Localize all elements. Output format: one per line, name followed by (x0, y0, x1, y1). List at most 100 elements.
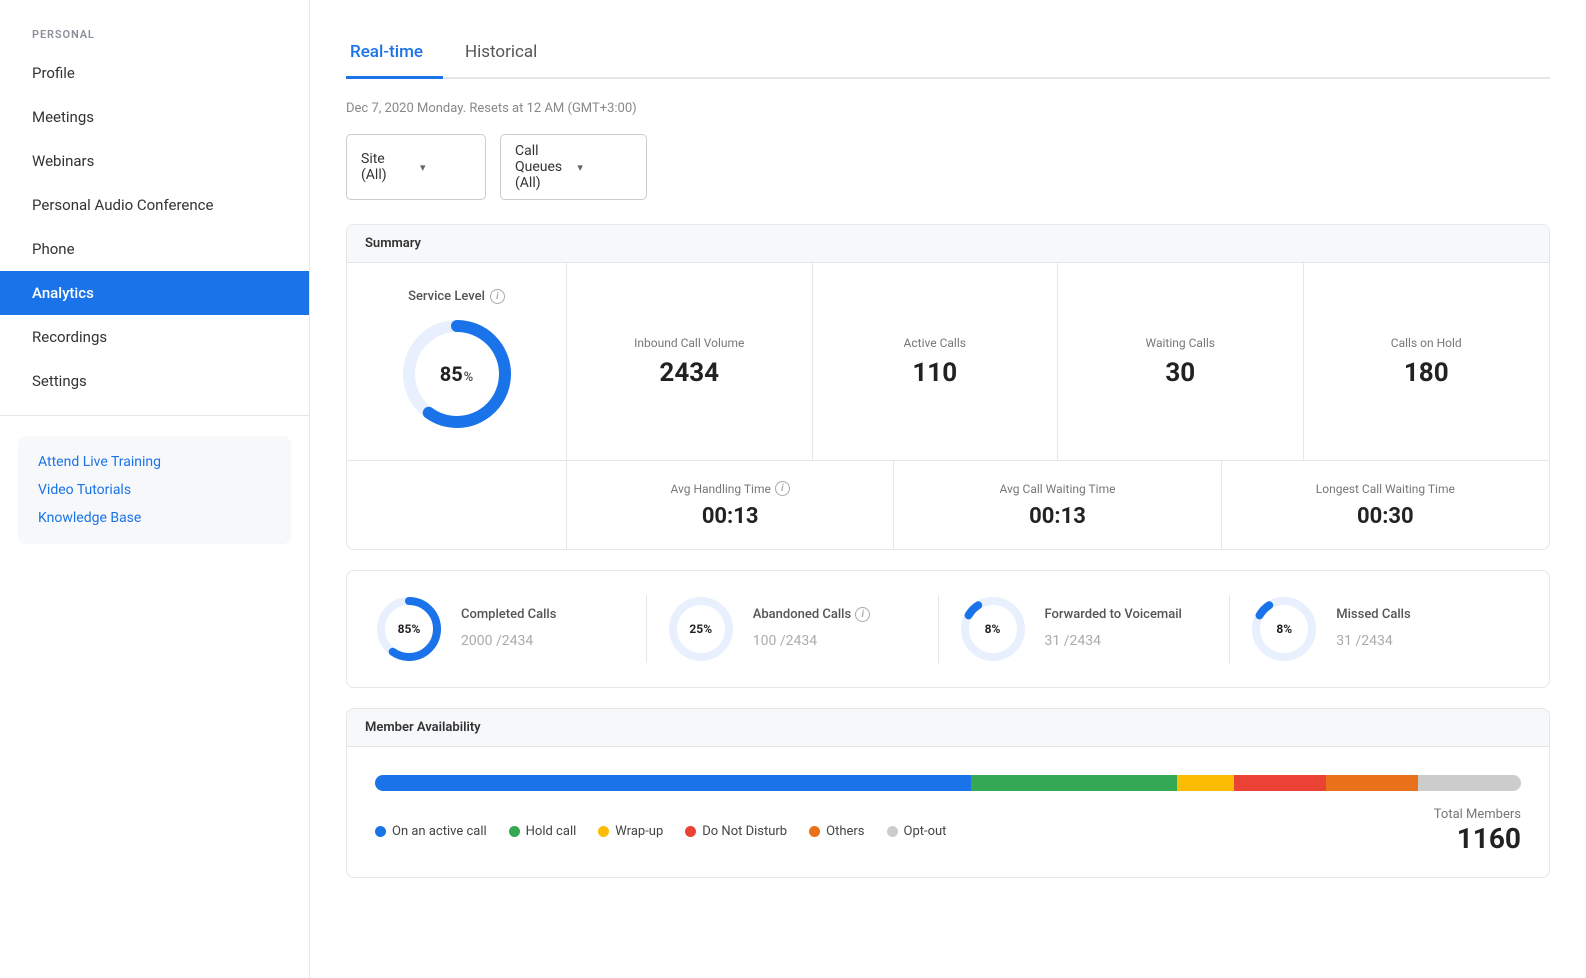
missed-percent: 8% (1276, 622, 1292, 636)
legend-hold-call: Hold call (509, 824, 577, 839)
stat-waiting-calls: Waiting Calls 30 (1058, 263, 1304, 460)
sidebar-item-phone[interactable]: Phone (0, 227, 309, 271)
sidebar-item-label: Settings (32, 372, 87, 390)
breakdown-missed: 8% Missed Calls 31 /2434 (1230, 595, 1521, 663)
legend-label: On an active call (392, 824, 487, 839)
sidebar-divider (0, 415, 309, 416)
breakdown-info: Abandoned Calls i 100 /2434 (753, 607, 870, 651)
sidebar-item-settings[interactable]: Settings (0, 359, 309, 403)
stat-label: Waiting Calls (1146, 336, 1215, 350)
sidebar-item-analytics[interactable]: Analytics (0, 271, 309, 315)
sidebar-item-profile[interactable]: Profile (0, 51, 309, 95)
abandoned-donut: 25% (667, 595, 735, 663)
call-queues-filter-chevron-icon: ▾ (577, 161, 631, 174)
legend-others: Others (809, 824, 864, 839)
stat-value: 110 (912, 358, 957, 388)
voicemail-percent: 8% (985, 622, 1001, 636)
attend-live-training-link[interactable]: Attend Live Training (38, 454, 271, 470)
service-level-box: Service Level i 85% (347, 263, 567, 460)
call-queues-filter-label: Call Queues (All) (515, 143, 569, 191)
sidebar-item-webinars[interactable]: Webinars (0, 139, 309, 183)
bar-active-call (375, 775, 971, 791)
sidebar-item-label: Webinars (32, 152, 94, 170)
sidebar-item-label: Analytics (32, 284, 94, 302)
sidebar-item-meetings[interactable]: Meetings (0, 95, 309, 139)
sidebar-item-recordings[interactable]: Recordings (0, 315, 309, 359)
sidebar: PERSONAL Profile Meetings Webinars Perso… (0, 0, 310, 978)
time-stat-avg-handling: Avg Handling Time i 00:13 (567, 461, 894, 549)
sidebar-help-box: Attend Live Training Video Tutorials Kno… (18, 436, 291, 544)
service-level-donut: 85% (397, 314, 517, 434)
completed-donut: 85% (375, 595, 443, 663)
summary-time-stats: Avg Handling Time i 00:13 Avg Call Waiti… (567, 461, 1549, 549)
voicemail-donut: 8% (959, 595, 1027, 663)
legend-opt-out: Opt-out (887, 824, 947, 839)
main-content: Real-time Historical Dec 7, 2020 Monday.… (310, 0, 1586, 978)
time-stat-label: Avg Handling Time i (670, 481, 789, 496)
member-availability-header: Member Availability (347, 709, 1549, 747)
knowledge-base-link[interactable]: Knowledge Base (38, 510, 271, 526)
sidebar-item-label: Profile (32, 64, 75, 82)
time-stat-longest-waiting: Longest Call Waiting Time 00:30 (1222, 461, 1549, 549)
bar-do-not-disturb (1234, 775, 1326, 791)
stat-inbound-call-volume: Inbound Call Volume 2434 (567, 263, 813, 460)
stat-value: 180 (1404, 358, 1449, 388)
availability-bar (375, 775, 1521, 791)
summary-stats-grid: Inbound Call Volume 2434 Active Calls 11… (567, 263, 1549, 460)
stat-label: Active Calls (904, 336, 966, 350)
call-queues-filter[interactable]: Call Queues (All) ▾ (500, 134, 647, 200)
breakdown-info: Completed Calls 2000 /2434 (461, 607, 556, 651)
breakdown-value: 31 /2434 (1045, 626, 1182, 651)
avail-legend-row: On an active call Hold call Wrap-up (375, 807, 1521, 855)
breakdown-card: 85% Completed Calls 2000 /2434 25% (346, 570, 1550, 688)
breakdown-info: Forwarded to Voicemail 31 /2434 (1045, 607, 1182, 651)
service-level-title: Service Level i (408, 289, 505, 304)
breakdown-abandoned: 25% Abandoned Calls i 100 /2434 (647, 595, 939, 663)
breakdown-value: 2000 /2434 (461, 626, 556, 651)
sidebar-item-label: Meetings (32, 108, 94, 126)
legend-do-not-disturb: Do Not Disturb (685, 824, 787, 839)
breakdown-voicemail: 8% Forwarded to Voicemail 31 /2434 (939, 595, 1231, 663)
avg-handling-info-icon[interactable]: i (775, 481, 790, 496)
breakdown-title: Missed Calls (1336, 607, 1410, 622)
sidebar-item-personal-audio-conference[interactable]: Personal Audio Conference (0, 183, 309, 227)
total-members-box: Total Members 1160 (1434, 807, 1521, 855)
stat-value: 2434 (659, 358, 719, 388)
bar-others (1326, 775, 1418, 791)
legend-active-call: On an active call (375, 824, 487, 839)
site-filter[interactable]: Site (All) ▾ (346, 134, 486, 200)
breakdown-completed: 85% Completed Calls 2000 /2434 (375, 595, 647, 663)
breakdown-title: Completed Calls (461, 607, 556, 622)
tab-bar: Real-time Historical (346, 30, 1550, 79)
abandoned-info-icon[interactable]: i (855, 607, 870, 622)
tab-realtime[interactable]: Real-time (346, 30, 443, 79)
service-level-info-icon[interactable]: i (490, 289, 505, 304)
total-members-label: Total Members (1434, 807, 1521, 822)
stat-label: Inbound Call Volume (634, 336, 744, 350)
tab-historical[interactable]: Historical (461, 30, 557, 79)
video-tutorials-link[interactable]: Video Tutorials (38, 482, 271, 498)
abandoned-percent: 25% (689, 622, 712, 636)
stat-active-calls: Active Calls 110 (813, 263, 1059, 460)
sidebar-item-label: Recordings (32, 328, 107, 346)
time-stat-value: 00:13 (1029, 504, 1086, 529)
bar-opt-out (1418, 775, 1521, 791)
avail-legend: On an active call Hold call Wrap-up (375, 824, 946, 839)
time-stat-label: Longest Call Waiting Time (1316, 482, 1455, 496)
legend-label: Hold call (526, 824, 577, 839)
legend-dot-do-not-disturb (685, 826, 696, 837)
stat-value: 30 (1165, 358, 1195, 388)
summary-bottom-spacer (347, 461, 567, 549)
legend-label: Opt-out (904, 824, 947, 839)
legend-dot-hold-call (509, 826, 520, 837)
site-filter-chevron-icon: ▾ (420, 161, 471, 174)
completed-percent: 85% (398, 622, 421, 636)
legend-label: Others (826, 824, 864, 839)
missed-donut: 8% (1250, 595, 1318, 663)
date-info: Dec 7, 2020 Monday. Resets at 12 AM (GMT… (346, 101, 1550, 116)
stat-label: Calls on Hold (1391, 336, 1462, 350)
bar-wrap-up (1177, 775, 1234, 791)
member-availability-body: On an active call Hold call Wrap-up (347, 747, 1549, 877)
sidebar-item-label: Phone (32, 240, 75, 258)
summary-header: Summary (347, 225, 1549, 263)
